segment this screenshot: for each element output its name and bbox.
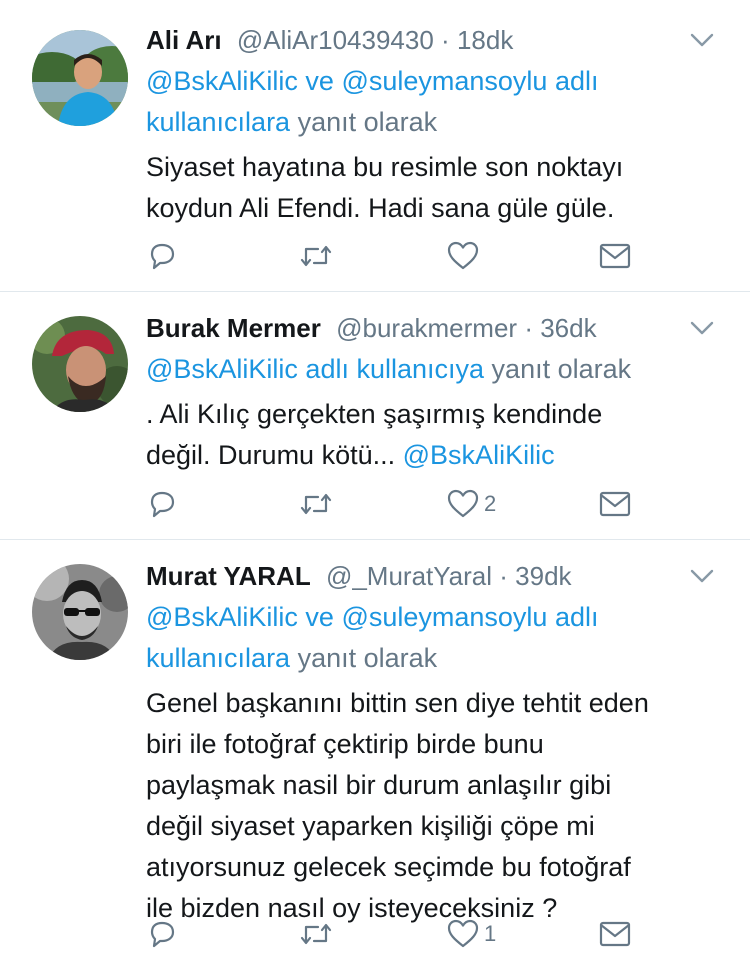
avatar[interactable]: [32, 30, 128, 126]
timestamp[interactable]: 39dk: [515, 561, 571, 591]
reply-icon: [150, 921, 175, 948]
retweet-icon: [300, 245, 332, 267]
retweet-icon: [300, 493, 332, 515]
reply-mentions[interactable]: @BskAliKilic adlı kullanıcıya: [146, 354, 484, 384]
tweet-text-line: değil siyaset yaparken kişiliği çöpe mi: [146, 811, 595, 841]
avatar[interactable]: [32, 316, 128, 412]
display-name[interactable]: Murat YARAL: [146, 561, 311, 591]
separator-dot: ·: [499, 561, 508, 591]
reply-suffix: yanıt olarak: [297, 107, 438, 137]
tweet-content: Burak Mermer @burakmermer · 36dk @BskAli…: [146, 310, 714, 476]
tweet-text-line: Siyaset hayatına bu resimle son noktayı: [146, 152, 624, 182]
reply-suffix: yanıt olarak: [491, 354, 632, 384]
envelope-icon: [599, 921, 631, 947]
like-count: 2: [484, 491, 497, 516]
heart-icon: [447, 919, 479, 948]
chevron-down-icon[interactable]: [684, 22, 720, 58]
tweet[interactable]: Murat YARAL @_MuratYaral · 39dk @BskAliK…: [0, 540, 750, 967]
tweet-actions: 2: [146, 484, 646, 524]
tweet[interactable]: Ali Arı @AliAr10439430 · 18dk @BskAliKil…: [0, 0, 750, 292]
reply-button[interactable]: [146, 484, 178, 524]
reply-suffix: yanıt olarak: [297, 643, 438, 673]
reply-button[interactable]: [146, 914, 178, 954]
heart-icon: [447, 241, 479, 270]
tweet-header: Ali Arı @AliAr10439430 · 18dk: [146, 22, 710, 58]
envelope-icon: [599, 243, 631, 269]
tweet-header: Murat YARAL @_MuratYaral · 39dk: [146, 558, 710, 594]
tweet[interactable]: Burak Mermer @burakmermer · 36dk @BskAli…: [0, 292, 750, 540]
display-name[interactable]: Burak Mermer: [146, 313, 321, 343]
tweet-content: Ali Arı @AliAr10439430 · 18dk @BskAliKil…: [146, 22, 714, 229]
tweet-text-fragment: değil. Durumu kötü...: [146, 440, 396, 470]
tweet-content: Murat YARAL @_MuratYaral · 39dk @BskAliK…: [146, 558, 714, 929]
reply-mentions-cont[interactable]: kullanıcılara: [146, 107, 290, 137]
tweet-header: Burak Mermer @burakmermer · 36dk: [146, 310, 710, 346]
reply-mentions[interactable]: @BskAliKilic ve @suleymansoylu adlı: [146, 66, 598, 96]
reply-icon: [150, 491, 175, 518]
timestamp[interactable]: 36dk: [540, 313, 596, 343]
timestamp[interactable]: 18dk: [457, 25, 513, 55]
display-name[interactable]: Ali Arı: [146, 25, 222, 55]
avatar[interactable]: [32, 564, 128, 660]
reply-context: @BskAliKilic adlı kullanıcıya yanıt olar…: [146, 349, 710, 390]
envelope-icon: [599, 491, 631, 517]
tweet-text-line: biri ile fotoğraf çektirip birde bunu: [146, 729, 544, 759]
reply-mentions-cont[interactable]: kullanıcılara: [146, 643, 290, 673]
like-count: 1: [484, 921, 497, 946]
avatar-image: [32, 30, 128, 126]
separator-dot: ·: [441, 25, 450, 55]
tweet-text-line: atıyorsunuz gelecek seçimde bu fotoğraf: [146, 852, 631, 882]
retweet-button[interactable]: [298, 236, 334, 276]
direct-message-button[interactable]: [598, 484, 632, 524]
tweet-text-line: koydun Ali Efendi. Hadi sana güle güle.: [146, 193, 615, 223]
reply-context: @BskAliKilic ve @suleymansoylu adlı kull…: [146, 597, 710, 679]
chevron-down-icon[interactable]: [684, 558, 720, 594]
avatar-image: [32, 316, 128, 412]
reply-mentions[interactable]: @BskAliKilic ve @suleymansoylu adlı: [146, 602, 598, 632]
tweet-text-line-with-mention: değil. Durumu kötü... @BskAliKilic: [146, 435, 710, 476]
like-button[interactable]: 2: [446, 484, 496, 524]
tweet-text: . Ali Kılıç gerçekten şaşırmış kendinde …: [146, 394, 710, 476]
tweet-actions: 1: [146, 914, 646, 954]
tweet-text: Genel başkanını bittin sen diye tehtit e…: [146, 683, 710, 929]
direct-message-button[interactable]: [598, 914, 632, 954]
tweet-text-line: Genel başkanını bittin sen diye tehtit e…: [146, 688, 649, 718]
tweet-text-line: . Ali Kılıç gerçekten şaşırmış kendinde: [146, 399, 603, 429]
separator-dot: ·: [524, 313, 533, 343]
inline-mention[interactable]: @BskAliKilic: [403, 440, 555, 470]
heart-icon: [447, 489, 479, 518]
retweet-icon: [300, 923, 332, 945]
reply-button[interactable]: [146, 236, 178, 276]
user-handle[interactable]: @_MuratYaral: [326, 561, 492, 591]
avatar-image: [32, 564, 128, 660]
reply-context: @BskAliKilic ve @suleymansoylu adlı kull…: [146, 61, 710, 143]
user-handle[interactable]: @burakmermer: [336, 313, 517, 343]
tweet-text-line: paylaşmak nasil bir durum anlaşılır gibi: [146, 770, 612, 800]
user-handle[interactable]: @AliAr10439430: [237, 25, 434, 55]
like-button[interactable]: 1: [446, 914, 496, 954]
tweet-actions: [146, 236, 646, 276]
chevron-down-icon[interactable]: [684, 310, 720, 346]
direct-message-button[interactable]: [598, 236, 632, 276]
reply-icon: [150, 243, 175, 270]
like-button[interactable]: [446, 236, 484, 276]
retweet-button[interactable]: [298, 484, 334, 524]
tweet-text: Siyaset hayatına bu resimle son noktayı …: [146, 147, 710, 229]
retweet-button[interactable]: [298, 914, 334, 954]
